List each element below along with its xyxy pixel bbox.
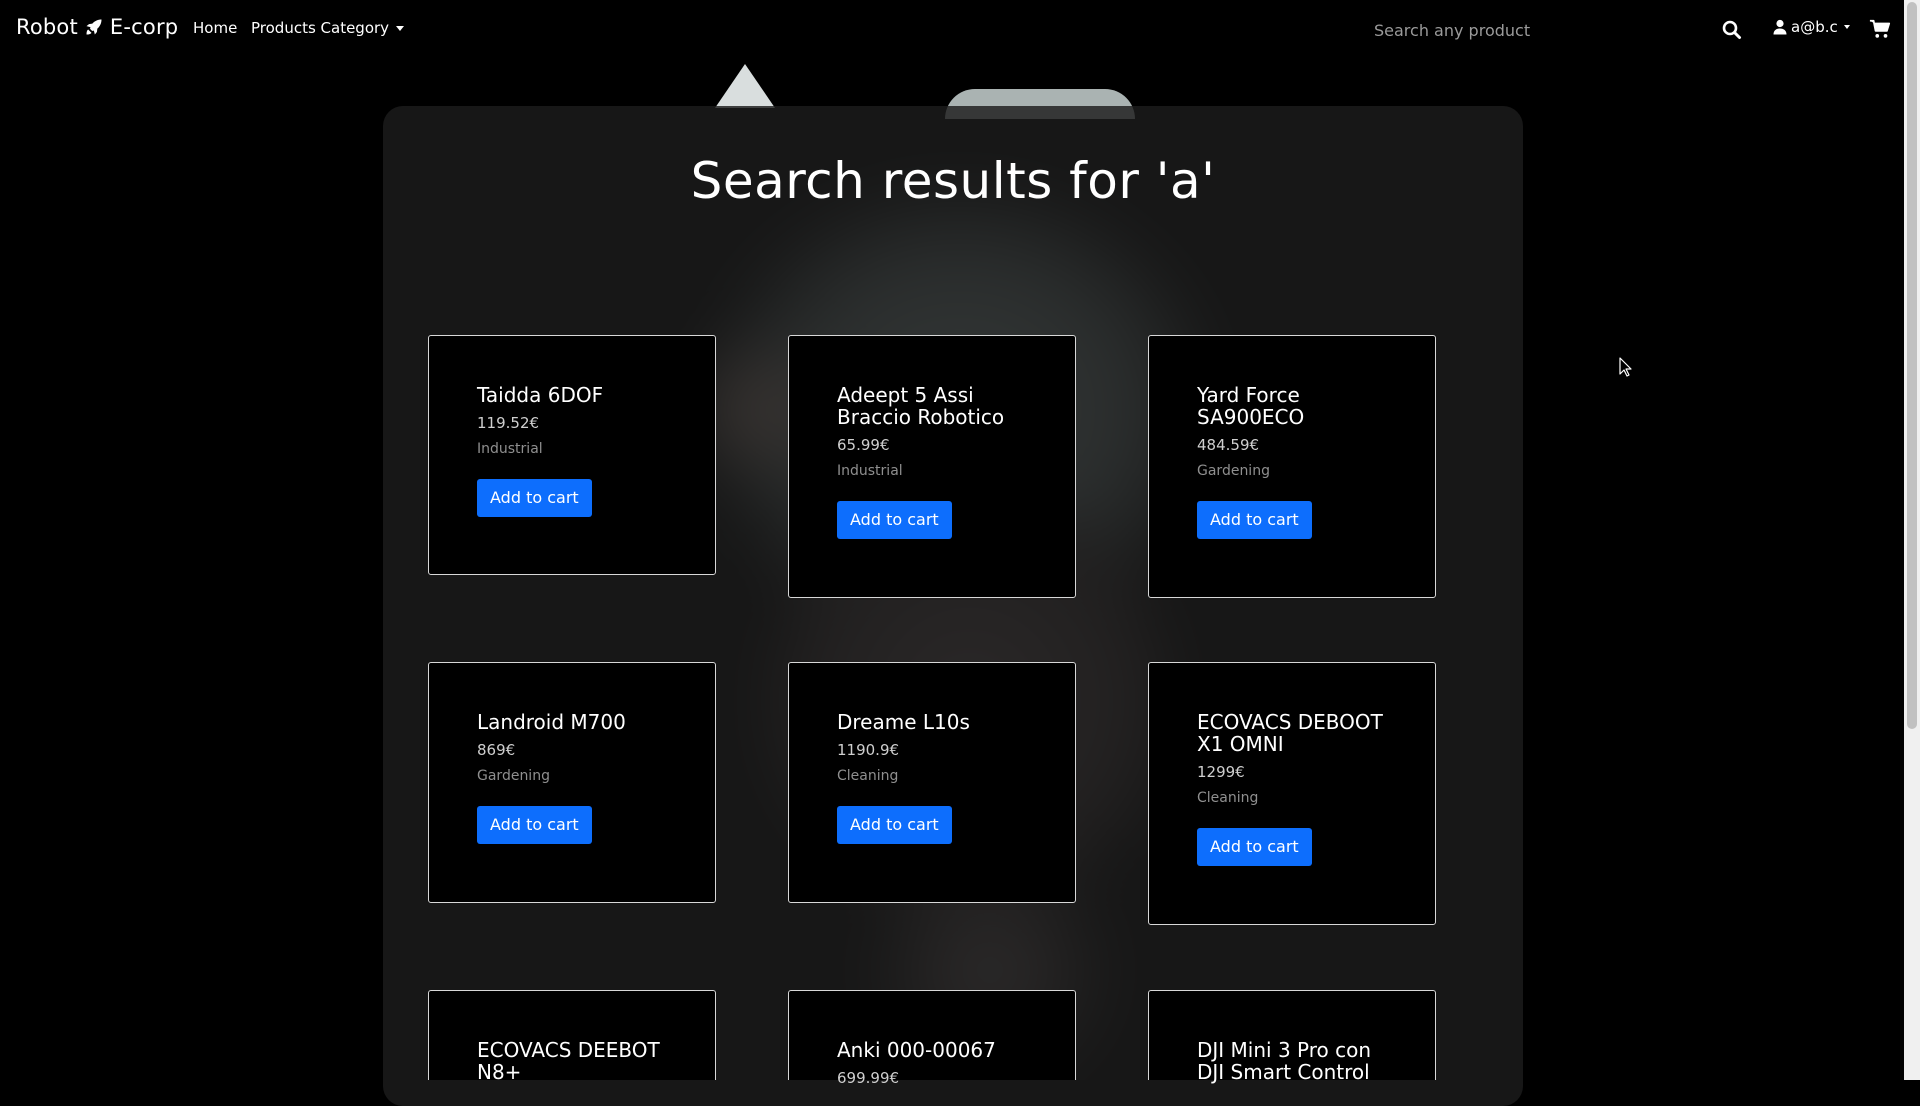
add-to-cart-button[interactable]: Add to cart	[477, 479, 592, 517]
add-to-cart-button[interactable]: Add to cart	[1197, 828, 1312, 866]
page-title: Search results for 'a'	[690, 152, 1216, 210]
navbar: Robot E-corp Home Products Category a@b.…	[0, 0, 1904, 57]
product-category: Industrial	[477, 441, 543, 457]
product-category: Cleaning	[1197, 790, 1259, 806]
product-card: DJI Mini 3 Pro con DJI Smart Control	[1148, 990, 1436, 1084]
product-name: Landroid M700	[477, 710, 626, 734]
product-name: Yard Force SA900ECO	[1197, 383, 1305, 429]
product-price: 65.99€	[837, 436, 890, 454]
add-to-cart-button[interactable]: Add to cart	[837, 806, 952, 844]
chevron-down-icon	[1843, 25, 1850, 29]
product-name: Adeept 5 Assi Braccio Robotico	[837, 383, 1005, 429]
cart-icon[interactable]	[1869, 18, 1891, 40]
product-price: 119.52€	[477, 414, 540, 432]
product-name: ECOVACS DEBOOT X1 OMNI	[1197, 710, 1383, 756]
product-name: Dreame L10s	[837, 710, 970, 734]
brand-name-left: Robot	[16, 15, 78, 39]
product-price: 1190.9€	[837, 741, 900, 759]
product-price: 484.59€	[1197, 436, 1260, 454]
user-account-dropdown[interactable]: a@b.c	[1773, 18, 1850, 36]
results-panel	[383, 106, 1523, 1106]
add-to-cart-button[interactable]: Add to cart	[837, 501, 952, 539]
nav-home-link[interactable]: Home	[193, 19, 237, 37]
scrollbar-thumb[interactable]	[1907, 2, 1917, 729]
product-price: 699.99€	[837, 1069, 900, 1087]
add-to-cart-button[interactable]: Add to cart	[1197, 501, 1312, 539]
product-name: ECOVACS DEEBOT N8+	[477, 1038, 660, 1084]
product-card: Taidda 6DOF 119.52€ Industrial Add to ca…	[428, 335, 716, 575]
product-card: Yard Force SA900ECO 484.59€ Gardening Ad…	[1148, 335, 1436, 598]
product-price: 1299€	[1197, 763, 1245, 781]
brand-name-right: E-corp	[109, 15, 179, 39]
product-card: Anki 000-00067 699.99€	[788, 990, 1076, 1087]
product-name: Anki 000-00067	[837, 1038, 996, 1062]
product-card: Dreame L10s 1190.9€ Cleaning Add to cart	[788, 662, 1076, 903]
user-email: a@b.c	[1791, 18, 1838, 36]
product-category: Cleaning	[837, 768, 899, 784]
product-price: 869€	[477, 741, 516, 759]
product-category: Industrial	[837, 463, 903, 479]
brand-logo[interactable]: Robot E-corp	[16, 15, 178, 39]
nav-products-category-dropdown[interactable]: Products Category	[251, 19, 405, 37]
rocket-icon	[86, 19, 102, 35]
product-category: Gardening	[1197, 463, 1270, 479]
product-card: Landroid M700 869€ Gardening Add to cart	[428, 662, 716, 903]
chevron-down-icon	[396, 26, 405, 31]
products-category-label: Products Category	[251, 19, 390, 37]
user-icon	[1773, 19, 1787, 35]
product-card: ECOVACS DEBOOT X1 OMNI 1299€ Cleaning Ad…	[1148, 662, 1436, 925]
mouse-cursor-icon	[1619, 357, 1632, 377]
robot-ear-decoration	[715, 64, 775, 108]
product-name: DJI Mini 3 Pro con DJI Smart Control	[1197, 1038, 1372, 1084]
add-to-cart-button[interactable]: Add to cart	[477, 806, 592, 844]
search-icon[interactable]	[1720, 18, 1744, 42]
product-category: Gardening	[477, 768, 550, 784]
product-card: ECOVACS DEEBOT N8+	[428, 990, 716, 1084]
product-name: Taidda 6DOF	[477, 383, 604, 407]
search-input[interactable]	[1362, 14, 1702, 46]
product-card: Adeept 5 Assi Braccio Robotico 65.99€ In…	[788, 335, 1076, 598]
